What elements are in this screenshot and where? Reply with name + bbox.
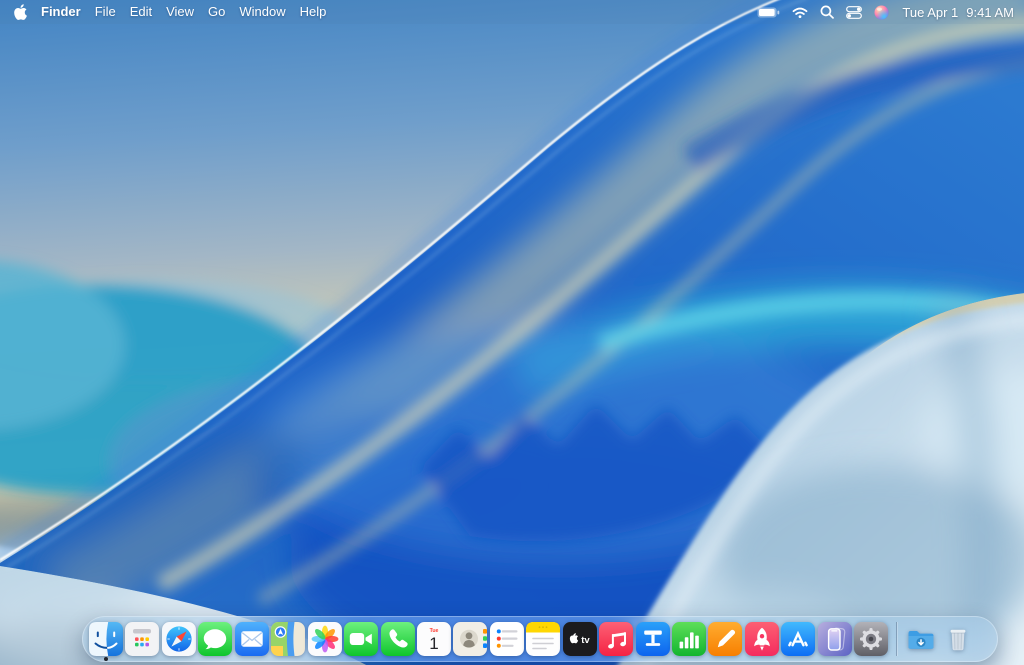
- status-area: Tue Apr 1 9:41 AM: [751, 5, 1014, 20]
- running-indicator: [104, 657, 108, 661]
- dock-item-maps[interactable]: [271, 622, 306, 656]
- dock-item-pages[interactable]: [708, 622, 743, 656]
- menu-finder[interactable]: Finder: [34, 0, 88, 24]
- dock-item-phone[interactable]: [380, 622, 415, 656]
- dock-item-music[interactable]: [599, 622, 634, 656]
- menu-bar-clock[interactable]: Tue Apr 1 9:41 AM: [895, 5, 1014, 20]
- dock-item-tv[interactable]: tv: [562, 622, 597, 656]
- dock-item-trash[interactable]: [941, 622, 975, 656]
- menu-go[interactable]: Go: [201, 0, 232, 24]
- siri-icon[interactable]: [868, 5, 895, 20]
- clock-time: 9:41 AM: [966, 4, 1014, 20]
- dock-item-finder[interactable]: [89, 622, 123, 661]
- svg-text:Tue: Tue: [430, 628, 439, 634]
- menu-window[interactable]: Window: [232, 0, 292, 24]
- dock: Tue 1 tv: [82, 616, 998, 662]
- dock-item-contacts[interactable]: [453, 622, 488, 656]
- dock-divider: [895, 622, 897, 656]
- dock-item-launchpad[interactable]: [125, 622, 160, 656]
- svg-text:1: 1: [429, 634, 438, 653]
- dock-item-facetime[interactable]: [344, 622, 379, 656]
- menu-help[interactable]: Help: [293, 0, 334, 24]
- battery-icon[interactable]: [751, 7, 786, 18]
- search-icon[interactable]: [814, 5, 840, 19]
- dock-item-games[interactable]: [744, 622, 779, 656]
- dock-item-calendar[interactable]: Tue 1: [416, 622, 451, 656]
- app-menus: Finder File Edit View Go Window Help: [34, 0, 333, 24]
- dock-item-notes[interactable]: [526, 622, 561, 656]
- dock-item-keynote[interactable]: [635, 622, 670, 656]
- dock-item-photos[interactable]: [307, 622, 342, 656]
- apple-menu[interactable]: [14, 4, 27, 20]
- apple-logo-icon: [14, 4, 27, 20]
- desktop-wallpaper: [0, 0, 1024, 665]
- menu-bar: Finder File Edit View Go Window Help Tue…: [0, 0, 1024, 24]
- wifi-icon[interactable]: [786, 6, 814, 18]
- dock-item-downloads[interactable]: [904, 622, 938, 656]
- control-center-icon[interactable]: [840, 5, 868, 19]
- dock-item-mail[interactable]: [234, 622, 269, 656]
- menu-edit[interactable]: Edit: [123, 0, 159, 24]
- dock-item-reminders[interactable]: [489, 622, 524, 656]
- clock-date: Tue Apr 1: [902, 4, 959, 20]
- dock-item-app-store[interactable]: [781, 622, 816, 656]
- dock-item-messages[interactable]: [198, 622, 233, 656]
- dock-item-numbers[interactable]: [672, 622, 706, 656]
- menu-view[interactable]: View: [159, 0, 201, 24]
- dock-item-system-settings[interactable]: [854, 622, 889, 656]
- svg-text:tv: tv: [581, 635, 590, 646]
- dock-item-safari[interactable]: [161, 622, 196, 656]
- dock-item-iphone-mirroring[interactable]: [817, 622, 852, 656]
- desktop: Finder File Edit View Go Window Help Tue…: [0, 0, 1024, 665]
- menu-file[interactable]: File: [88, 0, 123, 24]
